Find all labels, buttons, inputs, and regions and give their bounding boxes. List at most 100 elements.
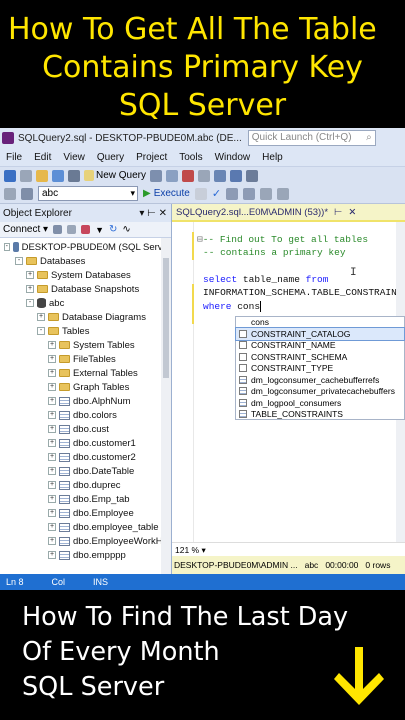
expand-icon[interactable]: +	[48, 383, 56, 391]
tree-node[interactable]: - Databases	[0, 254, 171, 268]
expand-icon[interactable]: +	[48, 439, 56, 447]
tree-node[interactable]: + dbo.customer1	[0, 436, 171, 450]
expand-icon[interactable]: +	[48, 523, 56, 531]
expand-icon[interactable]: +	[48, 425, 56, 433]
expand-icon[interactable]: +	[48, 369, 56, 377]
expand-icon[interactable]: +	[48, 551, 56, 559]
menu-tools[interactable]: Tools	[173, 152, 208, 163]
stop-icon[interactable]	[194, 187, 207, 200]
expand-icon[interactable]: +	[48, 355, 56, 363]
new-item-icon[interactable]	[36, 169, 48, 182]
tree-node[interactable]: + dbo.EmployeeWorkH	[0, 534, 171, 548]
panel-options-icons[interactable]: ▾ ⊢ ✕	[139, 208, 167, 219]
tree-node[interactable]: + dbo.Emp_tab	[0, 492, 171, 506]
tree-node[interactable]: + System Databases	[0, 268, 171, 282]
parse-checkmark-icon[interactable]: ✓	[212, 187, 221, 200]
redo-icon[interactable]	[246, 169, 259, 182]
results-to-grid-icon[interactable]	[277, 187, 290, 200]
tree-node[interactable]: + Database Diagrams	[0, 310, 171, 324]
menu-help[interactable]: Help	[256, 152, 289, 163]
autocomplete-item[interactable]: TABLE_CONSTRAINTS	[236, 409, 404, 421]
tree-node[interactable]: + dbo.DateTable	[0, 464, 171, 478]
expand-icon[interactable]: +	[48, 467, 56, 475]
autocomplete-item[interactable]: CONSTRAINT_SCHEMA	[236, 351, 404, 363]
quick-launch-input[interactable]: Quick Launch (Ctrl+Q) ⌕	[247, 130, 376, 146]
tree-node[interactable]: + dbo.colors	[0, 408, 171, 422]
disconnect-icon[interactable]	[67, 225, 77, 234]
tree-node[interactable]: + dbo.Employee	[0, 506, 171, 520]
expand-icon[interactable]: +	[37, 313, 45, 321]
execute-button[interactable]: ▶ Execute	[143, 188, 190, 199]
menu-view[interactable]: View	[57, 152, 91, 163]
tree-node[interactable]: + FileTables	[0, 352, 171, 366]
tab-pin-icon[interactable]: ⊢	[334, 207, 342, 218]
expand-icon[interactable]: +	[48, 341, 56, 349]
stop-icon[interactable]	[81, 225, 91, 234]
menu-file[interactable]: File	[0, 152, 28, 163]
autocomplete-item[interactable]: dm_logpool_consumers	[236, 397, 404, 409]
back-icon[interactable]	[4, 169, 16, 182]
database-select[interactable]: abc	[38, 186, 138, 201]
tree-node[interactable]: + Graph Tables	[0, 380, 171, 394]
tree-node[interactable]: - DESKTOP-PBUDE0M (SQL Server	[0, 240, 171, 254]
collapse-icon[interactable]: -	[37, 327, 45, 335]
results-to-text-icon[interactable]	[260, 187, 273, 200]
expand-icon[interactable]: +	[48, 481, 56, 489]
connect-dropdown[interactable]: Connect ▾	[3, 224, 48, 235]
menu-edit[interactable]: Edit	[28, 152, 57, 163]
connect-icon[interactable]	[4, 187, 16, 200]
copy-icon[interactable]	[198, 169, 211, 182]
collapse-icon[interactable]: -	[4, 243, 10, 251]
expand-icon[interactable]: +	[48, 495, 56, 503]
new-query-button[interactable]: New Query	[84, 170, 146, 181]
menu-window[interactable]: Window	[209, 152, 257, 163]
scroll-thumb[interactable]	[163, 258, 169, 378]
open-icon[interactable]	[52, 169, 64, 182]
expand-icon[interactable]: +	[26, 285, 34, 293]
menu-project[interactable]: Project	[130, 152, 173, 163]
change-connection-icon[interactable]	[21, 187, 33, 200]
tree-node[interactable]: + Database Snapshots	[0, 282, 171, 296]
mdx-query-icon[interactable]	[166, 169, 179, 182]
autocomplete-item[interactable]: CONSTRAINT_TYPE	[236, 363, 404, 375]
expand-icon[interactable]: +	[26, 271, 34, 279]
refresh-icon[interactable]: ↻	[109, 224, 117, 235]
tab-sqlquery2[interactable]: SQLQuery2.sql...E0M\ADMIN (53))* ⊢ ✕	[172, 204, 405, 222]
tree-node[interactable]: + dbo.customer2	[0, 450, 171, 464]
tab-close-icon[interactable]: ✕	[348, 207, 356, 218]
db-engine-query-icon[interactable]	[150, 169, 163, 182]
filter-icon[interactable]: ▼	[95, 225, 104, 235]
autocomplete-item[interactable]: CONSTRAINT_NAME	[236, 340, 404, 352]
connect-object-icon[interactable]	[53, 225, 63, 234]
autocomplete-item[interactable]: CONSTRAINT_CATALOG	[235, 327, 405, 341]
tree-node[interactable]: - abc	[0, 296, 171, 310]
tree-node[interactable]: + System Tables	[0, 338, 171, 352]
menu-query[interactable]: Query	[91, 152, 130, 163]
expand-icon[interactable]: +	[48, 509, 56, 517]
activity-icon[interactable]: ∿	[122, 224, 130, 235]
autocomplete-item[interactable]: dm_logconsumer_cachebufferrefs	[236, 374, 404, 386]
cut-icon[interactable]	[182, 169, 195, 182]
expand-icon[interactable]: +	[48, 397, 56, 405]
expand-icon[interactable]: +	[48, 537, 56, 545]
zoom-level[interactable]: 121 % ▾	[172, 542, 405, 556]
tree-node[interactable]: + dbo.duprec	[0, 478, 171, 492]
paste-icon[interactable]	[214, 169, 227, 182]
tree-node[interactable]: + dbo.employee_table	[0, 520, 171, 534]
collapse-icon[interactable]: -	[15, 257, 23, 265]
autocomplete-item[interactable]: dm_logconsumer_privatecachebuffers	[236, 386, 404, 398]
display-plan-icon[interactable]	[226, 187, 239, 200]
forward-icon[interactable]	[20, 169, 32, 182]
save-icon[interactable]	[68, 169, 80, 182]
tree-node[interactable]: - Tables	[0, 324, 171, 338]
tree-node[interactable]: + External Tables	[0, 366, 171, 380]
expand-icon[interactable]: +	[48, 411, 56, 419]
tree-node[interactable]: + dbo.cust	[0, 422, 171, 436]
undo-icon[interactable]	[230, 169, 243, 182]
collapse-icon[interactable]: -	[26, 299, 34, 307]
tree-node[interactable]: + dbo.AlphNum	[0, 394, 171, 408]
object-explorer-scrollbar[interactable]	[161, 238, 171, 574]
query-options-icon[interactable]	[243, 187, 256, 200]
tree-node[interactable]: + dbo.empppp	[0, 548, 171, 562]
expand-icon[interactable]: +	[48, 453, 56, 461]
